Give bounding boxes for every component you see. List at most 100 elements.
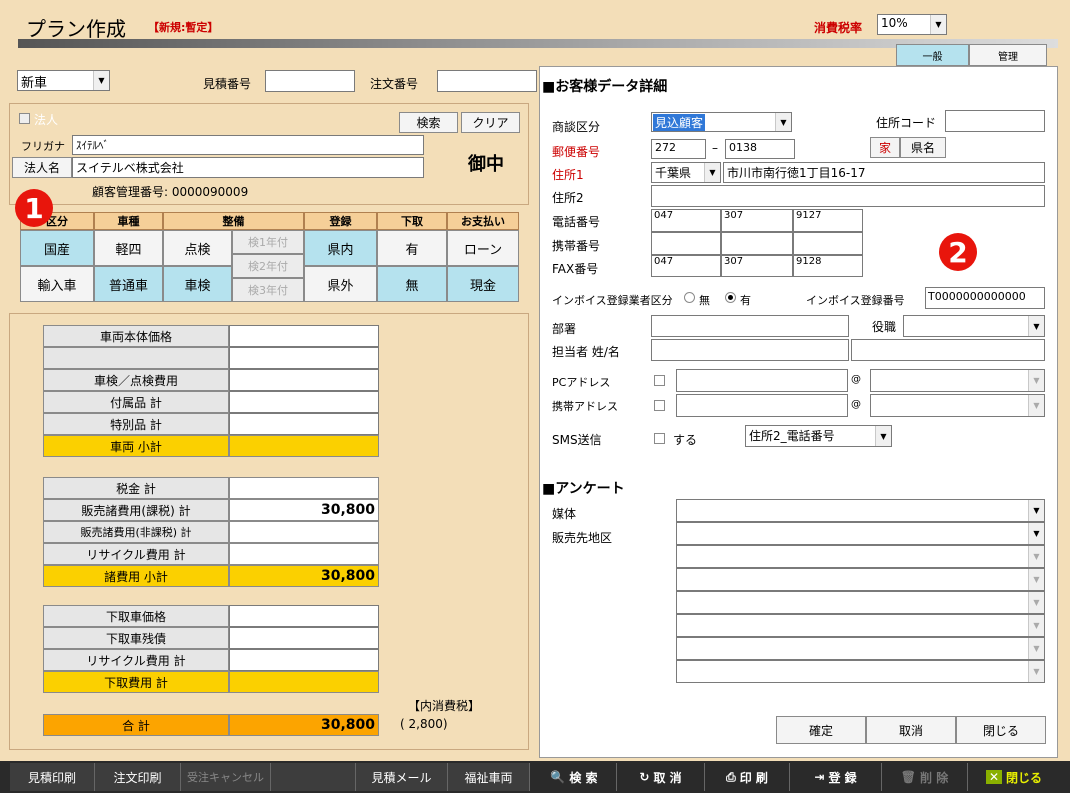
estimate-no-input[interactable] bbox=[265, 70, 355, 92]
invoice-no-input[interactable]: T0000000000000 bbox=[925, 287, 1045, 309]
postal-label: 郵便番号 bbox=[552, 145, 601, 159]
price-row-value[interactable] bbox=[229, 347, 379, 369]
postal-input-2[interactable]: 0138 bbox=[725, 139, 795, 159]
price-row-value[interactable] bbox=[229, 543, 379, 565]
corp-name-button[interactable]: 法人名 bbox=[12, 157, 72, 178]
mobile-input-3[interactable] bbox=[793, 232, 863, 255]
domestic-option[interactable]: 国産 bbox=[20, 230, 94, 266]
price-row-value[interactable] bbox=[229, 369, 379, 391]
import-option[interactable]: 輸入車 bbox=[20, 266, 94, 302]
prefecture-button[interactable]: 県名 bbox=[900, 137, 946, 158]
last-name-input[interactable] bbox=[651, 339, 849, 361]
address2-input[interactable] bbox=[651, 185, 1045, 207]
fax-input-2[interactable]: 307 bbox=[721, 255, 793, 277]
print-order-button[interactable]: 注文印刷 bbox=[95, 763, 181, 791]
deal-select[interactable]: 見込顧客 ▼ bbox=[651, 112, 792, 132]
kei-option[interactable]: 軽四 bbox=[94, 230, 163, 266]
loan-option[interactable]: ローン bbox=[447, 230, 519, 266]
footer-search-button[interactable]: 🔍 検 索 bbox=[532, 763, 617, 791]
postal-input-1[interactable]: 272 bbox=[651, 139, 706, 159]
phone-input-2[interactable]: 307 bbox=[721, 209, 793, 232]
print-estimate-button[interactable]: 見積印刷 bbox=[10, 763, 95, 791]
close-dialog-button[interactable]: 閉じる bbox=[956, 716, 1046, 744]
footer-blank-button[interactable] bbox=[271, 763, 356, 791]
price-row-label: 税金 計 bbox=[43, 477, 229, 499]
price-row-value[interactable] bbox=[229, 325, 379, 347]
price-row-value[interactable] bbox=[229, 521, 379, 543]
prefecture-select[interactable]: 千葉県 ▼ bbox=[651, 162, 721, 183]
footer-register-button[interactable]: ⇥ 登 録 bbox=[790, 763, 882, 791]
shaken-option[interactable]: 車検 bbox=[163, 266, 232, 302]
in-prefecture-option[interactable]: 県内 bbox=[304, 230, 377, 266]
callout-badge-1: 1 bbox=[15, 189, 53, 227]
estimate-mail-button[interactable]: 見積メール bbox=[356, 763, 448, 791]
clear-button[interactable]: クリア bbox=[461, 112, 520, 133]
survey-select[interactable]: ▼ bbox=[676, 545, 1045, 568]
survey-select[interactable]: ▼ bbox=[676, 568, 1045, 591]
fax-input-1[interactable]: 047 bbox=[651, 255, 721, 277]
survey-select[interactable]: ▼ bbox=[676, 637, 1045, 660]
sms-checkbox[interactable] bbox=[654, 433, 665, 444]
welfare-vehicle-button[interactable]: 福祉車両 bbox=[448, 763, 530, 791]
mobile-input-1[interactable] bbox=[651, 232, 721, 255]
dept-input[interactable] bbox=[651, 315, 849, 337]
price-row-value[interactable] bbox=[229, 477, 379, 499]
survey-select[interactable]: ▼ bbox=[676, 499, 1045, 522]
footer-close-button[interactable]: ✕ 閉じる bbox=[970, 763, 1058, 791]
price-row-value[interactable]: 30,800 bbox=[229, 499, 379, 521]
footer-delete-button[interactable]: 🗑 削 除 bbox=[882, 763, 968, 791]
home-button[interactable]: 家 bbox=[870, 137, 900, 158]
tab-general[interactable]: 一般 bbox=[896, 44, 969, 66]
mobile-address-checkbox[interactable] bbox=[654, 400, 665, 411]
footer-cancel-button[interactable]: ↻ 取 消 bbox=[617, 763, 705, 791]
out-prefecture-option[interactable]: 県外 bbox=[304, 266, 377, 302]
survey-select[interactable]: ▼ bbox=[676, 591, 1045, 614]
tab-admin[interactable]: 管理 bbox=[969, 44, 1047, 66]
chevron-down-icon: ▼ bbox=[1028, 523, 1044, 544]
pc-address-input[interactable] bbox=[676, 369, 848, 392]
footer-print-button[interactable]: ⎙ 印 刷 bbox=[705, 763, 790, 791]
price-row-value[interactable] bbox=[229, 391, 379, 413]
price-row-value[interactable] bbox=[229, 649, 379, 671]
mobile-domain-select[interactable]: ▼ bbox=[870, 394, 1045, 417]
price-row-value[interactable] bbox=[229, 627, 379, 649]
furigana-input[interactable]: ｽｲﾃﾙﾍﾞ bbox=[72, 135, 424, 155]
mobile-input-2[interactable] bbox=[721, 232, 793, 255]
cancel-button[interactable]: 取消 bbox=[866, 716, 956, 744]
tradein-yes-option[interactable]: 有 bbox=[377, 230, 447, 266]
survey-select[interactable]: ▼ bbox=[676, 614, 1045, 637]
price-row-value[interactable] bbox=[229, 413, 379, 435]
confirm-button[interactable]: 確定 bbox=[776, 716, 866, 744]
invoice-none-radio[interactable] bbox=[684, 292, 695, 303]
regular-car-option[interactable]: 普通車 bbox=[94, 266, 163, 302]
phone-input-1[interactable]: 047 bbox=[651, 209, 721, 232]
first-name-input[interactable] bbox=[851, 339, 1045, 361]
cancel-order-button[interactable]: 受注キャンセル bbox=[181, 763, 271, 791]
survey-select[interactable]: ▼ bbox=[676, 660, 1045, 683]
position-select[interactable]: ▼ bbox=[903, 315, 1045, 337]
corp-checkbox[interactable] bbox=[19, 113, 30, 124]
address1-input[interactable]: 市川市南行徳1丁目16-17 bbox=[723, 162, 1045, 183]
sms-target-select[interactable]: 住所2_電話番号 ▼ bbox=[745, 425, 892, 447]
cash-option[interactable]: 現金 bbox=[447, 266, 519, 302]
tradein-no-option[interactable]: 無 bbox=[377, 266, 447, 302]
mobile-address-input[interactable] bbox=[676, 394, 848, 417]
price-row-value[interactable] bbox=[229, 605, 379, 627]
pc-domain-select[interactable]: ▼ bbox=[870, 369, 1045, 392]
inspection-option[interactable]: 点検 bbox=[163, 230, 232, 266]
search-button[interactable]: 検索 bbox=[399, 112, 458, 133]
phone-input-3[interactable]: 9127 bbox=[793, 209, 863, 232]
inspection-3yr-option[interactable]: 検3年付 bbox=[232, 278, 304, 302]
address-code-input[interactable] bbox=[945, 110, 1045, 132]
inspection-2yr-option[interactable]: 検2年付 bbox=[232, 254, 304, 278]
tax-rate-select[interactable]: 10% ▼ bbox=[877, 14, 947, 35]
fax-input-3[interactable]: 9128 bbox=[793, 255, 863, 277]
inspection-1yr-option[interactable]: 検1年付 bbox=[232, 230, 304, 254]
corp-name-input[interactable]: スイテルベ株式会社 bbox=[72, 157, 424, 178]
register-icon: ⇥ bbox=[814, 770, 825, 784]
car-type-select[interactable]: 新車 ▼ bbox=[17, 70, 110, 91]
survey-select[interactable]: ▼ bbox=[676, 522, 1045, 545]
pc-address-checkbox[interactable] bbox=[654, 375, 665, 386]
order-no-input[interactable] bbox=[437, 70, 537, 92]
invoice-yes-radio[interactable] bbox=[725, 292, 736, 303]
